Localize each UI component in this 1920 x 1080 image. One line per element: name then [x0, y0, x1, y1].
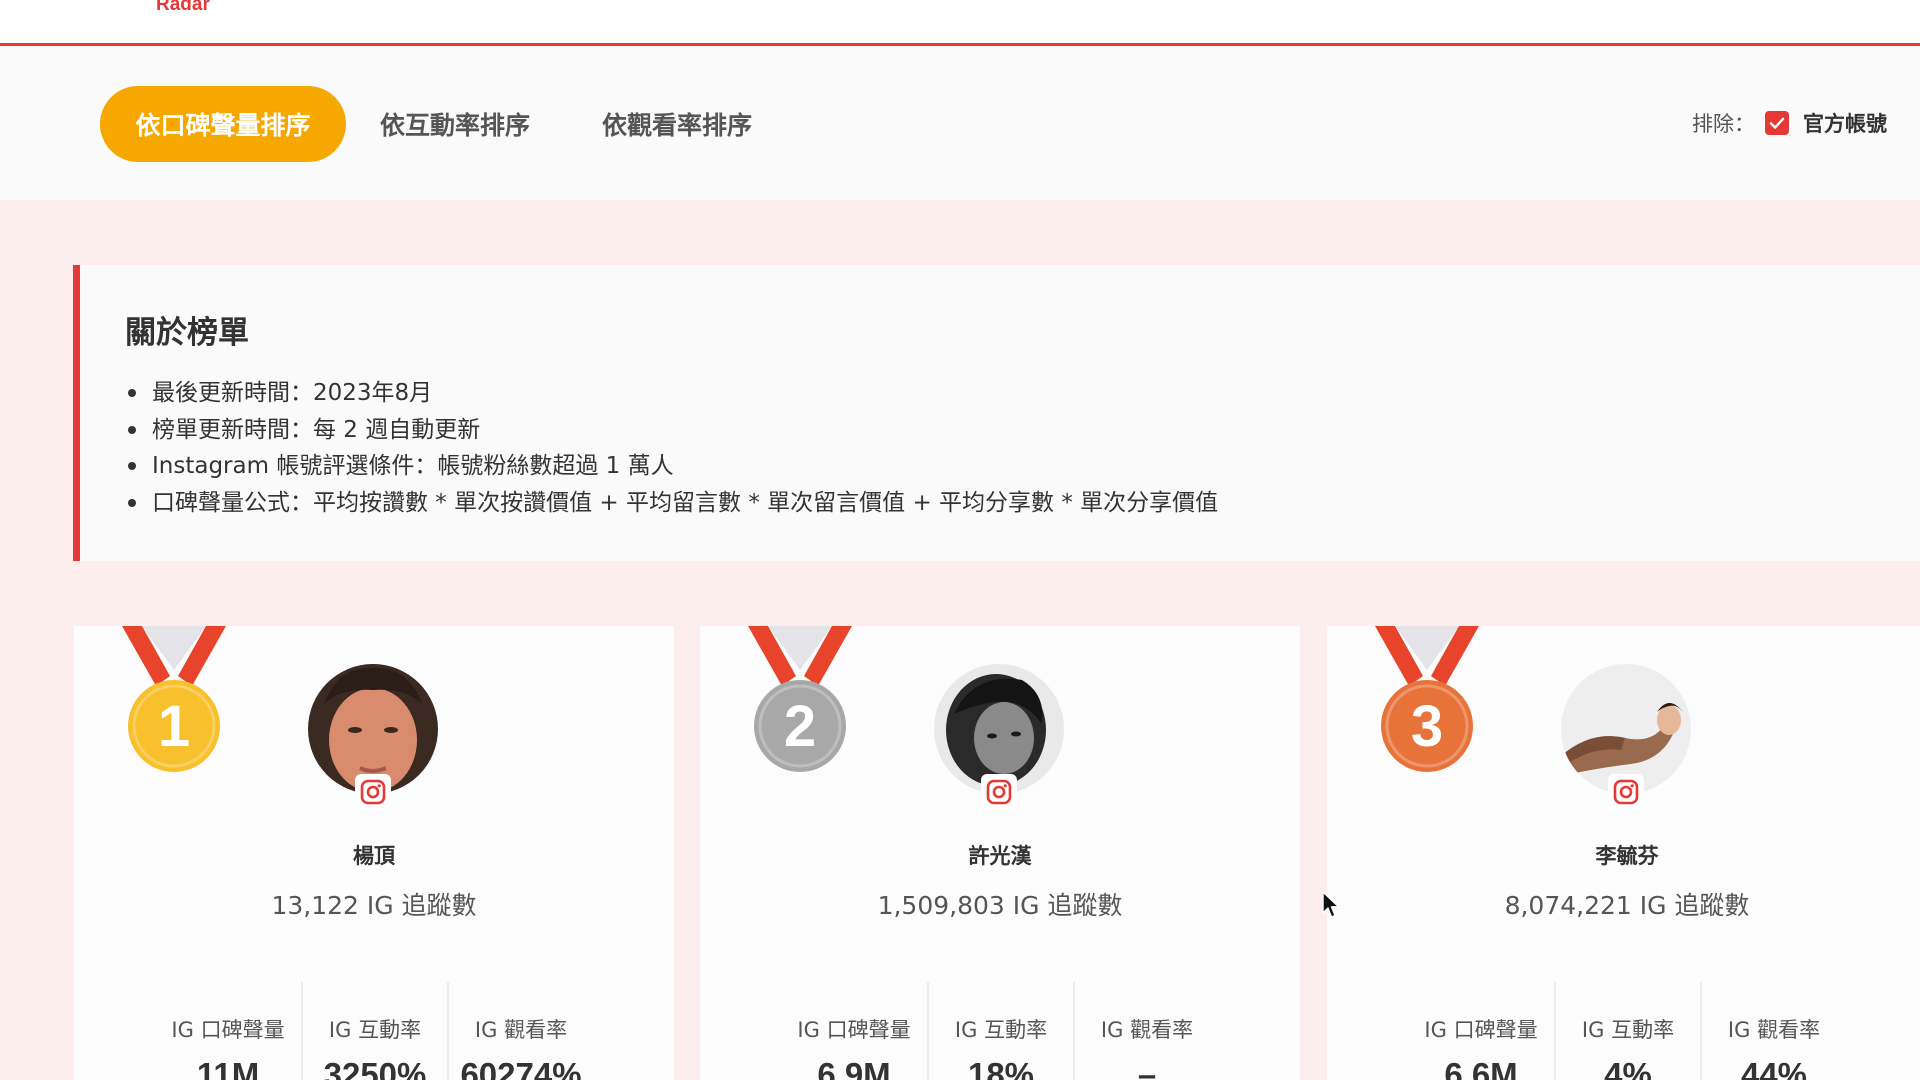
list-item: 榜單更新時間：每 2 週自動更新	[128, 412, 1218, 449]
stat-value: –	[1137, 1056, 1157, 1080]
instagram-icon[interactable]	[981, 774, 1017, 810]
instagram-icon[interactable]	[355, 774, 391, 810]
stat-engagement: IG 互動率 4%	[1554, 982, 1700, 1080]
bullet-icon	[128, 498, 136, 507]
stat-value: 6.9M	[817, 1056, 891, 1080]
bullet-icon	[128, 389, 136, 398]
list-item-text: Instagram 帳號評選條件：帳號粉絲數超過 1 萬人	[152, 453, 674, 479]
medal-icon: 1	[122, 626, 226, 772]
stat-label: IG 觀看率	[1727, 1018, 1821, 1042]
tab-sort-by-view-rate[interactable]: 依觀看率排序	[582, 86, 772, 162]
exclude-official-checkbox[interactable]	[1765, 111, 1789, 135]
list-item: 最後更新時間：2023年8月	[128, 375, 1218, 412]
stat-view-rate: IG 觀看率 60274%	[447, 982, 593, 1080]
medal-icon: 3	[1375, 626, 1479, 772]
instagram-icon[interactable]	[1608, 774, 1644, 810]
mouse-cursor-icon	[1322, 891, 1340, 918]
stat-value: 18%	[967, 1056, 1035, 1080]
ranking-card-1[interactable]: 1 楊頂 13,122 IG 追蹤數 IG 口碑聲量 11M IG 互動率 3250…	[74, 626, 674, 1080]
stat-label: IG 觀看率	[1100, 1018, 1194, 1042]
stats-row: IG 口碑聲量 6.9M IG 互動率 18% IG 觀看率 –	[700, 982, 1300, 1080]
influencer-name[interactable]: 許光漢	[700, 840, 1300, 870]
stat-label: IG 互動率	[954, 1018, 1048, 1042]
list-item: 口碑聲量公式：平均按讚數 * 單次按讚價值 + 平均留言數 * 單次留言價值 +…	[128, 485, 1218, 522]
exclude-filter: 排除： 官方帳號	[1692, 108, 1887, 138]
rank-number: 1	[157, 693, 191, 759]
list-item: Instagram 帳號評選條件：帳號粉絲數超過 1 萬人	[128, 448, 1218, 485]
stat-view-rate: IG 觀看率 44%	[1700, 982, 1846, 1080]
stat-label: IG 口碑聲量	[797, 1018, 911, 1042]
stat-value: 6.6M	[1444, 1056, 1518, 1080]
tab-sort-by-engagement[interactable]: 依互動率排序	[360, 86, 550, 162]
stats-row: IG 口碑聲量 6.6M IG 互動率 4% IG 觀看率 44%	[1327, 982, 1920, 1080]
rank-number: 3	[1410, 693, 1444, 759]
stat-engagement: IG 互動率 18%	[927, 982, 1073, 1080]
stats-row: IG 口碑聲量 11M IG 互動率 3250% IG 觀看率 60274%	[74, 982, 674, 1080]
stat-buzz: IG 口碑聲量 11M	[155, 982, 301, 1080]
about-list: 最後更新時間：2023年8月 榜單更新時間：每 2 週自動更新 Instagra…	[128, 375, 1218, 521]
stat-value: 11M	[196, 1056, 260, 1080]
stat-value: 44%	[1740, 1056, 1808, 1080]
stat-value: 60274%	[460, 1056, 582, 1080]
stat-label: IG 口碑聲量	[1424, 1018, 1538, 1042]
stat-buzz: IG 口碑聲量 6.9M	[781, 982, 927, 1080]
stat-label: IG 觀看率	[474, 1018, 568, 1042]
stat-view-rate: IG 觀看率 –	[1073, 982, 1219, 1080]
stat-buzz: IG 口碑聲量 6.6M	[1408, 982, 1554, 1080]
stat-label: IG 互動率	[1581, 1018, 1675, 1042]
about-ranking-panel: 關於榜單 最後更新時間：2023年8月 榜單更新時間：每 2 週自動更新 Ins…	[73, 265, 1920, 561]
medal-icon: 2	[748, 626, 852, 772]
ranking-card-2[interactable]: 2 許光漢 1,509,803 IG 追蹤數 IG 口碑聲量 6.9M IG 互動…	[700, 626, 1300, 1080]
list-item-text: 最後更新時間：2023年8月	[152, 380, 433, 406]
stat-label: IG 互動率	[328, 1018, 422, 1042]
stat-engagement: IG 互動率 3250%	[301, 982, 447, 1080]
influencer-name[interactable]: 李毓芬	[1327, 840, 1920, 870]
stat-value: 3250%	[323, 1056, 427, 1080]
list-item-text: 榜單更新時間：每 2 週自動更新	[152, 416, 481, 443]
checkmark-icon	[1769, 117, 1785, 129]
list-item-text: 口碑聲量公式：平均按讚數 * 單次按讚價值 + 平均留言數 * 單次留言價值 +…	[152, 489, 1219, 516]
exclude-option-label[interactable]: 官方帳號	[1803, 108, 1887, 138]
exclude-label: 排除：	[1692, 112, 1755, 136]
follower-count: 13,122 IG 追蹤數	[271, 891, 477, 920]
tab-sort-by-buzz[interactable]: 依口碑聲量排序	[100, 86, 346, 162]
about-title: 關於榜單	[125, 315, 249, 351]
stat-label: IG 口碑聲量	[171, 1018, 285, 1042]
top-header: Radar	[0, 0, 1920, 46]
follower-count: 1,509,803 IG 追蹤數	[877, 891, 1123, 920]
rank-number: 2	[783, 693, 817, 759]
ranking-card-3[interactable]: 3 李毓芬 8,074,221 IG 追蹤數 IG 口碑聲量 6.6M IG 互動…	[1327, 626, 1920, 1080]
influencer-name[interactable]: 楊頂	[74, 840, 674, 870]
site-logo[interactable]: Radar	[156, 0, 210, 16]
follower-count: 8,074,221 IG 追蹤數	[1504, 891, 1750, 920]
bullet-icon	[128, 462, 136, 471]
bullet-icon	[128, 425, 136, 434]
stat-value: 4%	[1604, 1056, 1652, 1080]
sort-tabs-bar: 依口碑聲量排序 依互動率排序 依觀看率排序 排除： 官方帳號	[0, 46, 1920, 200]
